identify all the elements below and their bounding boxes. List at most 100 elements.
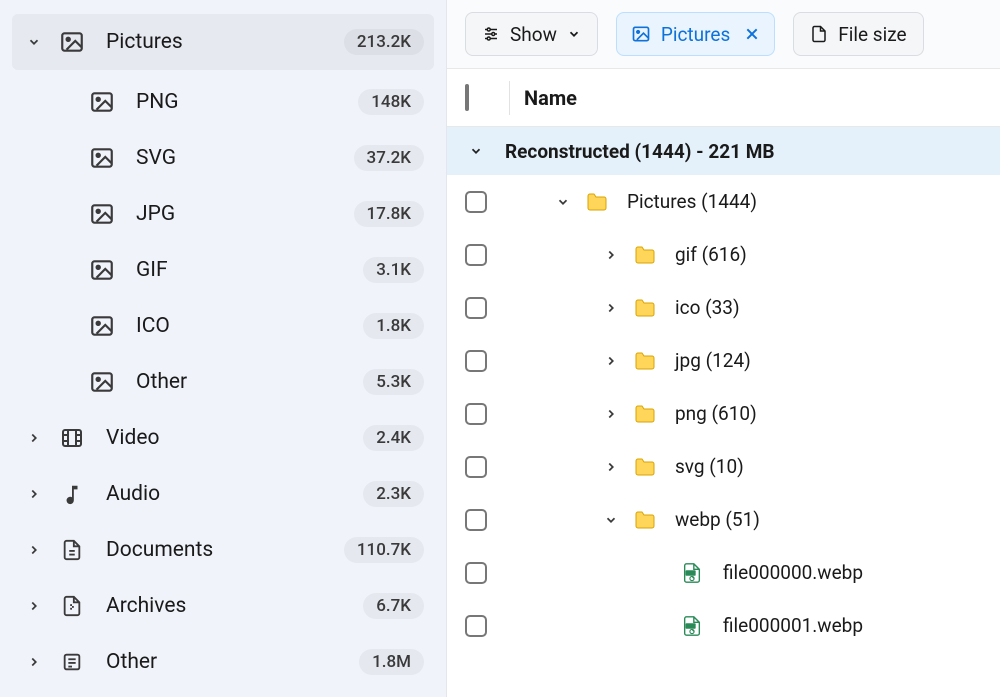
row-checkbox[interactable] xyxy=(465,456,513,478)
chevron-down-icon xyxy=(567,27,581,41)
row-label: file000000.webp xyxy=(723,561,863,584)
sidebar-label: Video xyxy=(106,426,363,450)
picture-icon xyxy=(88,257,116,283)
tree-folder-row[interactable]: webp (51) xyxy=(447,493,1000,546)
folder-icon xyxy=(633,455,659,479)
picture-icon xyxy=(88,89,116,115)
sidebar-item-video[interactable]: Video2.4K xyxy=(0,410,446,466)
row-checkbox[interactable] xyxy=(465,297,513,319)
group-label: Reconstructed (1444) - 221 MB xyxy=(505,140,775,163)
picture-icon xyxy=(58,29,86,55)
row-checkbox[interactable] xyxy=(465,191,513,213)
chevron-right-icon xyxy=(24,655,44,669)
group-header-reconstructed[interactable]: Reconstructed (1444) - 221 MB xyxy=(447,127,1000,175)
sidebar-item-png[interactable]: PNG148K xyxy=(0,74,446,130)
row-checkbox[interactable] xyxy=(465,615,513,637)
show-button[interactable]: Show xyxy=(465,12,598,56)
sidebar-count: 1.8M xyxy=(359,649,424,675)
webp-file-icon xyxy=(681,562,707,584)
sidebar-count: 1.8K xyxy=(363,313,424,339)
list-icon xyxy=(58,651,86,673)
list-header: Name xyxy=(447,69,1000,127)
folder-icon xyxy=(633,243,659,267)
chevron-down-icon xyxy=(24,35,44,49)
toolbar: Show Pictures File size xyxy=(447,0,1000,69)
filter-chip-label: Pictures xyxy=(661,23,730,46)
close-icon[interactable] xyxy=(744,26,760,42)
archive-icon xyxy=(58,595,86,617)
filesize-button[interactable]: File size xyxy=(793,12,923,56)
sidebar-count: 2.3K xyxy=(363,481,424,507)
chevron-right-icon[interactable] xyxy=(601,460,621,474)
chevron-right-icon[interactable] xyxy=(601,248,621,262)
row-checkbox[interactable] xyxy=(465,562,513,584)
chevron-down-icon[interactable] xyxy=(553,195,573,209)
picture-icon xyxy=(88,201,116,227)
file-list: Reconstructed (1444) - 221 MB Pictures (… xyxy=(447,127,1000,697)
main-panel: Show Pictures File size Name xyxy=(447,0,1000,697)
sidebar: Pictures 213.2K PNG148K SVG37.2K JPG17.8… xyxy=(0,0,447,697)
chevron-right-icon[interactable] xyxy=(601,301,621,315)
sidebar-item-other[interactable]: Other5.3K xyxy=(0,354,446,410)
sidebar-item-pictures[interactable]: Pictures 213.2K xyxy=(12,14,434,70)
filesize-button-label: File size xyxy=(838,23,906,46)
sidebar-count: 6.7K xyxy=(363,593,424,619)
row-checkbox[interactable] xyxy=(465,350,513,372)
folder-icon xyxy=(633,402,659,426)
row-checkbox[interactable] xyxy=(465,509,513,531)
sidebar-item-documents[interactable]: Documents110.7K xyxy=(0,522,446,578)
tree-folder-row[interactable]: gif (616) xyxy=(447,228,1000,281)
sidebar-count: 110.7K xyxy=(344,537,424,563)
picture-icon xyxy=(88,369,116,395)
picture-icon xyxy=(88,145,116,171)
sidebar-item-jpg[interactable]: JPG17.8K xyxy=(0,186,446,242)
row-label: jpg (124) xyxy=(675,349,751,372)
sidebar-label: JPG xyxy=(136,202,354,226)
sidebar-item-audio[interactable]: Audio2.3K xyxy=(0,466,446,522)
folder-icon xyxy=(633,296,659,320)
header-checkbox[interactable] xyxy=(465,86,493,109)
tree-folder-row[interactable]: png (610) xyxy=(447,387,1000,440)
sidebar-item-archives[interactable]: Archives6.7K xyxy=(0,578,446,634)
chevron-down-icon xyxy=(469,144,483,158)
show-button-label: Show xyxy=(510,23,557,46)
sidebar-item-svg[interactable]: SVG37.2K xyxy=(0,130,446,186)
sidebar-item-other[interactable]: Other1.8M xyxy=(0,634,446,690)
document-icon xyxy=(58,539,86,561)
column-divider xyxy=(509,81,510,115)
folder-icon xyxy=(585,190,611,214)
sidebar-item-ico[interactable]: ICO1.8K xyxy=(0,298,446,354)
row-checkbox[interactable] xyxy=(465,244,513,266)
row-label: Pictures (1444) xyxy=(627,190,757,213)
sidebar-label: Other xyxy=(106,650,359,674)
sidebar-label: Other xyxy=(136,370,363,394)
tree-folder-row[interactable]: svg (10) xyxy=(447,440,1000,493)
chevron-right-icon xyxy=(24,543,44,557)
tree-folder-row[interactable]: ico (33) xyxy=(447,281,1000,334)
sidebar-label: ICO xyxy=(136,314,363,338)
sidebar-label: Documents xyxy=(106,538,344,562)
chevron-right-icon[interactable] xyxy=(601,354,621,368)
sidebar-count: 148K xyxy=(358,89,424,115)
sidebar-item-gif[interactable]: GIF3.1K xyxy=(0,242,446,298)
sidebar-count: 3.1K xyxy=(363,257,424,283)
row-label: file000001.webp xyxy=(723,614,863,637)
chevron-right-icon[interactable] xyxy=(601,407,621,421)
row-label: svg (10) xyxy=(675,455,744,478)
tree-folder-row[interactable]: Pictures (1444) xyxy=(447,175,1000,228)
folder-icon xyxy=(633,349,659,373)
tree-folder-row[interactable]: jpg (124) xyxy=(447,334,1000,387)
chevron-down-icon[interactable] xyxy=(601,513,621,527)
sidebar-label: GIF xyxy=(136,258,363,282)
chevron-right-icon xyxy=(24,431,44,445)
row-checkbox[interactable] xyxy=(465,403,513,425)
folder-icon xyxy=(633,508,659,532)
webp-file-icon xyxy=(681,615,707,637)
tree-file-row[interactable]: file000001.webp xyxy=(447,599,1000,652)
column-name-label[interactable]: Name xyxy=(524,86,577,110)
row-label: png (610) xyxy=(675,402,757,425)
filter-chip-pictures[interactable]: Pictures xyxy=(616,12,775,56)
tree-file-row[interactable]: file000000.webp xyxy=(447,546,1000,599)
sidebar-count: 17.8K xyxy=(354,201,424,227)
sidebar-count: 2.4K xyxy=(363,425,424,451)
